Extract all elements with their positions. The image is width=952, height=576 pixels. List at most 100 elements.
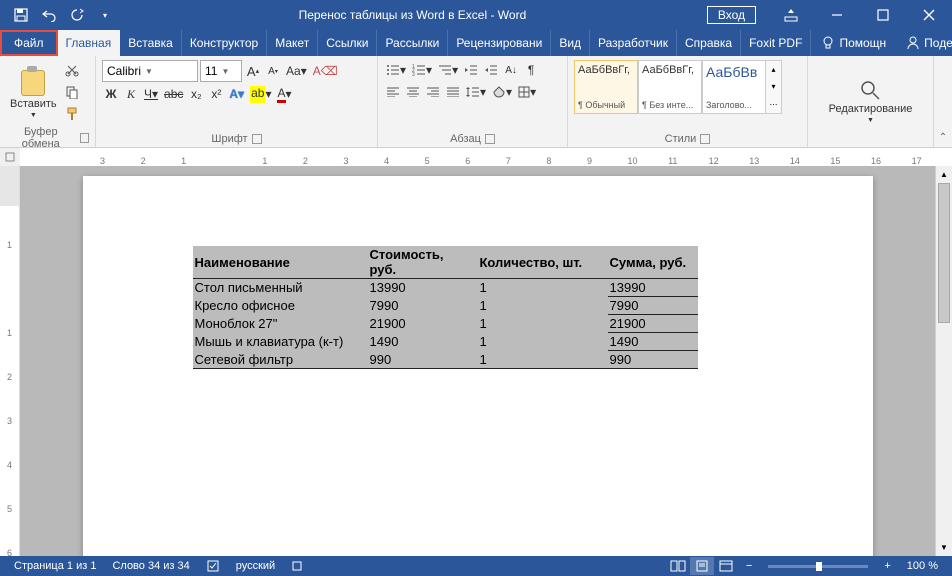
style-gallery-more[interactable]: ▴▾⋯ (766, 60, 782, 114)
justify-icon[interactable] (444, 82, 462, 102)
table-cell[interactable]: 1490 (368, 333, 478, 351)
font-color-icon[interactable]: A▾ (275, 84, 293, 104)
status-page[interactable]: Страница 1 из 1 (6, 560, 104, 572)
tab-review[interactable]: Рецензировани (448, 30, 551, 56)
align-left-icon[interactable] (384, 82, 402, 102)
superscript-button[interactable]: x² (207, 84, 225, 104)
view-print-icon[interactable] (690, 557, 714, 575)
scrollbar-vertical[interactable]: ▲ ▼ (935, 166, 952, 556)
collapse-ribbon-icon[interactable]: ⌃ (939, 132, 947, 143)
redo-icon[interactable] (64, 2, 90, 28)
zoom-slider[interactable] (768, 565, 868, 568)
highlight-icon[interactable]: ab▾ (248, 84, 273, 104)
strike-button[interactable]: abc (162, 84, 185, 104)
styles-launcher[interactable] (700, 134, 710, 144)
zoom-in-icon[interactable]: + (876, 560, 898, 572)
table-header[interactable]: Количество, шт. (478, 246, 608, 279)
subscript-button[interactable]: x₂ (187, 84, 205, 104)
table-cell[interactable]: 7990 (368, 297, 478, 315)
table-cell[interactable]: 7990 (608, 297, 698, 315)
close-icon[interactable] (906, 0, 952, 30)
cut-icon[interactable] (63, 60, 81, 80)
tell-me[interactable]: Помощн (811, 30, 896, 56)
save-icon[interactable] (8, 2, 34, 28)
scroll-down-icon[interactable]: ▼ (936, 539, 952, 556)
borders-icon[interactable]: ▾ (516, 82, 538, 102)
format-painter-icon[interactable] (63, 104, 81, 124)
tab-design[interactable]: Конструктор (182, 30, 267, 56)
table-cell[interactable]: Моноблок 27" (193, 315, 368, 333)
status-spellcheck-icon[interactable] (198, 559, 228, 573)
table-header[interactable]: Наименование (193, 246, 368, 279)
maximize-icon[interactable] (860, 0, 906, 30)
qat-customize-icon[interactable]: ▾ (92, 2, 118, 28)
status-macro-icon[interactable] (283, 560, 311, 572)
pilcrow-icon[interactable]: ¶ (522, 60, 540, 80)
align-right-icon[interactable] (424, 82, 442, 102)
tab-references[interactable]: Ссылки (318, 30, 377, 56)
zoom-value[interactable]: 100 % (899, 560, 946, 572)
clipboard-launcher[interactable] (80, 133, 89, 143)
table-cell[interactable]: 21900 (368, 315, 478, 333)
tab-home[interactable]: Главная (58, 30, 121, 56)
view-web-icon[interactable] (714, 557, 738, 575)
copy-icon[interactable] (63, 82, 81, 102)
table-cell[interactable]: Сетевой фильтр (193, 351, 368, 369)
table-header[interactable]: Сумма, руб. (608, 246, 698, 279)
ruler-horizontal[interactable]: 3211234567891011121314151617 (0, 148, 952, 166)
text-effects-icon[interactable]: A▾ (227, 84, 246, 104)
sort-icon[interactable]: A↓ (502, 60, 520, 80)
table-cell[interactable]: 1490 (608, 333, 698, 351)
shrink-font-icon[interactable]: A▾ (264, 61, 282, 81)
inc-indent-icon[interactable] (482, 60, 500, 80)
document-table[interactable]: НаименованиеСтоимость, руб.Количество, ш… (193, 246, 698, 369)
style-heading1[interactable]: АаБбВвЗаголово... (702, 60, 766, 114)
table-cell[interactable]: 1 (478, 333, 608, 351)
tab-help[interactable]: Справка (677, 30, 741, 56)
align-center-icon[interactable] (404, 82, 422, 102)
line-spacing-icon[interactable]: ▾ (464, 82, 488, 102)
undo-icon[interactable] (36, 2, 62, 28)
table-row[interactable]: Моноблок 27"21900121900 (193, 315, 698, 333)
table-cell[interactable]: Кресло офисное (193, 297, 368, 315)
clear-format-icon[interactable]: A⌫ (311, 61, 340, 81)
style-nospacing[interactable]: АаБбВвГг,¶ Без инте... (638, 60, 702, 114)
table-cell[interactable]: 1 (478, 297, 608, 315)
paragraph-launcher[interactable] (485, 134, 495, 144)
zoom-out-icon[interactable]: − (738, 560, 760, 572)
tab-view[interactable]: Вид (551, 30, 590, 56)
table-cell[interactable]: 1 (478, 315, 608, 333)
table-cell[interactable]: 990 (608, 351, 698, 369)
scroll-up-icon[interactable]: ▲ (936, 166, 952, 183)
ruler-vertical[interactable]: 21123456 (0, 166, 20, 556)
multilevel-icon[interactable]: ▾ (436, 60, 460, 80)
bullets-icon[interactable]: ▾ (384, 60, 408, 80)
underline-button[interactable]: Ч▾ (142, 84, 160, 104)
tab-developer[interactable]: Разработчик (590, 30, 677, 56)
table-row[interactable]: Кресло офисное799017990 (193, 297, 698, 315)
bold-button[interactable]: Ж (102, 84, 120, 104)
table-cell[interactable]: Стол письменный (193, 279, 368, 297)
scroll-thumb[interactable] (938, 183, 950, 323)
table-cell[interactable]: 13990 (608, 279, 698, 297)
table-cell[interactable]: 1 (478, 279, 608, 297)
tab-layout[interactable]: Макет (267, 30, 318, 56)
font-size-select[interactable]: 11▼ (200, 60, 242, 82)
grow-font-icon[interactable]: A▴ (244, 61, 262, 81)
table-cell[interactable]: 13990 (368, 279, 478, 297)
change-case-icon[interactable]: Aa▾ (284, 61, 309, 81)
italic-button[interactable]: К (122, 84, 140, 104)
status-words[interactable]: Слово 34 из 34 (104, 560, 197, 572)
find-button[interactable]: Редактирование ▼ (825, 77, 917, 126)
numbering-icon[interactable]: 123▾ (410, 60, 434, 80)
ruler-corner[interactable] (0, 148, 20, 166)
table-header[interactable]: Стоимость, руб. (368, 246, 478, 279)
tab-foxit[interactable]: Foxit PDF (741, 30, 811, 56)
table-row[interactable]: Мышь и клавиатура (к-т)149011490 (193, 333, 698, 351)
signin-button[interactable]: Вход (707, 6, 756, 24)
tab-mailings[interactable]: Рассылки (377, 30, 448, 56)
ribbon-options-icon[interactable] (768, 0, 814, 30)
page-viewport[interactable]: НаименованиеСтоимость, руб.Количество, ш… (20, 166, 935, 556)
style-normal[interactable]: АаБбВвГг,¶ Обычный (574, 60, 638, 114)
font-launcher[interactable] (252, 134, 262, 144)
